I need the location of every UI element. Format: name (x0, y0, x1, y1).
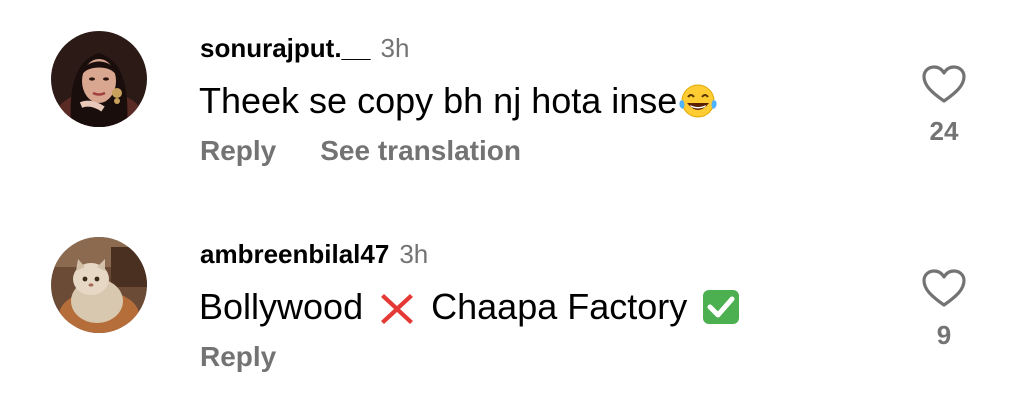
laughing-tears-emoji-icon (677, 83, 719, 128)
comment-item: ambreenbilal47 3h Bollywood Chaapa Facto… (0, 200, 1024, 404)
red-x-emoji-icon (377, 289, 417, 334)
comment-meta: sonurajput.__ 3h (200, 33, 409, 64)
like-count: 24 (929, 116, 959, 146)
see-translation-button[interactable]: See translation (320, 135, 521, 167)
heart-icon[interactable] (921, 64, 967, 104)
persian-cat-icon (51, 237, 147, 333)
comment-actions: Reply See translation (200, 135, 565, 167)
like-control: 24 (916, 64, 972, 147)
reply-button[interactable]: Reply (200, 341, 276, 373)
comment-text-part1: Bollywood (199, 286, 364, 327)
username[interactable]: sonurajput.__ (200, 33, 370, 64)
comment-text: Bollywood Chaapa Factory (199, 286, 741, 334)
like-count: 9 (936, 320, 952, 350)
heart-icon[interactable] (921, 268, 967, 308)
comment-text-content: Theek se copy bh nj hota inse (199, 80, 678, 121)
woman-portrait-icon (51, 31, 147, 127)
timestamp: 3h (380, 33, 410, 63)
like-control: 9 (916, 268, 972, 351)
green-check-emoji-icon (701, 289, 741, 334)
username[interactable]: ambreenbilal47 (200, 239, 389, 270)
comment-text-part2: Chaapa Factory (431, 286, 688, 327)
comment-text: Theek se copy bh nj hota inse (199, 80, 719, 128)
comment-actions: Reply (200, 341, 320, 373)
timestamp: 3h (399, 239, 429, 269)
comment-item: sonurajput.__ 3h Theek se copy bh nj hot… (0, 0, 1024, 200)
avatar[interactable] (51, 31, 147, 127)
reply-button[interactable]: Reply (200, 135, 276, 167)
comment-meta: ambreenbilal47 3h (200, 239, 428, 270)
avatar[interactable] (51, 237, 147, 333)
